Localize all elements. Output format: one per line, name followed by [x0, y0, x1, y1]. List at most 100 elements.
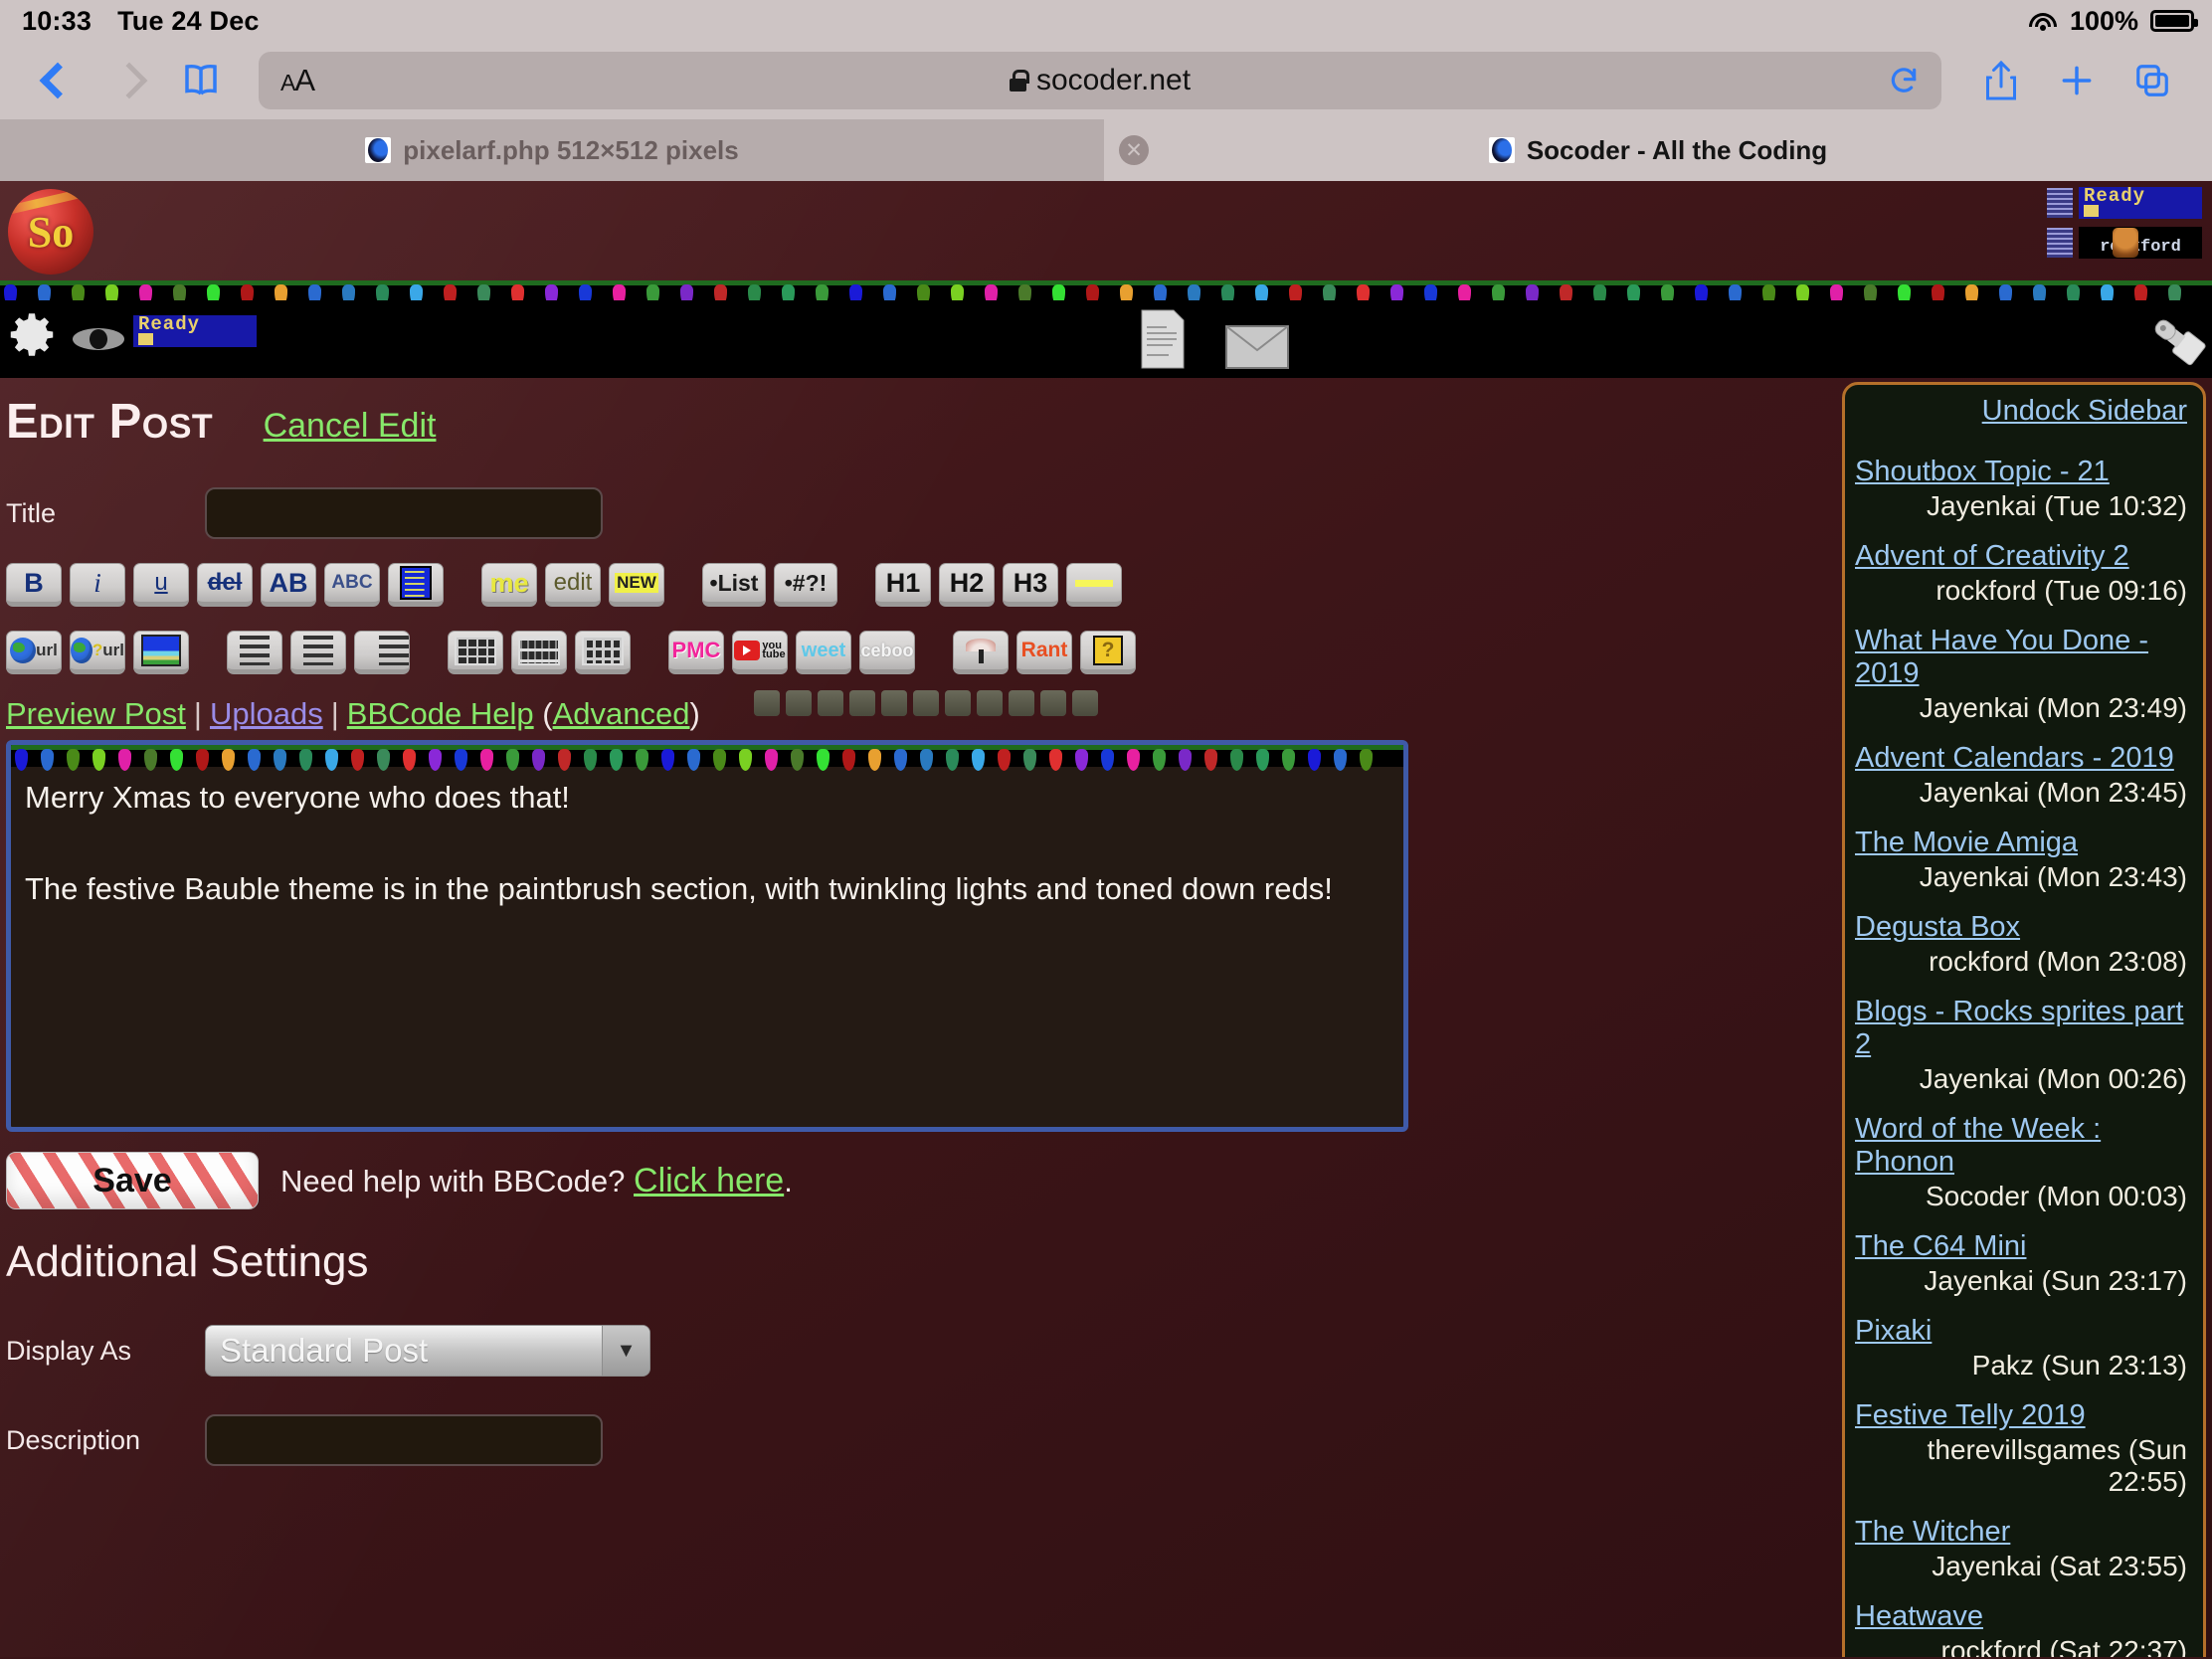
- table-button[interactable]: [448, 631, 503, 674]
- emoji-button[interactable]: [1040, 690, 1066, 716]
- sidebar-topic-link[interactable]: Word of the Week : Phonon: [1855, 1113, 2187, 1179]
- pmc-button[interactable]: PMC: [668, 631, 724, 674]
- tab-overview-button[interactable]: [2115, 51, 2190, 110]
- badge-ready[interactable]: Ready: [2047, 187, 2202, 219]
- wifi-icon: [2028, 10, 2058, 32]
- facebook-button[interactable]: acebook: [859, 631, 915, 674]
- undock-sidebar-link[interactable]: Undock Sidebar: [1982, 395, 2187, 427]
- tab-socoder[interactable]: Socoder - All the Coding: [1104, 119, 2212, 181]
- title-input[interactable]: [205, 487, 603, 539]
- sidebar-topic-link[interactable]: Blogs - Rocks sprites part 2: [1855, 996, 2187, 1061]
- named-url-button[interactable]: ? url: [70, 631, 125, 674]
- paintbrush-icon[interactable]: [2146, 310, 2208, 368]
- badge-rockford[interactable]: rockford: [2047, 227, 2202, 259]
- light-bulb: [558, 749, 571, 771]
- sidebar-topic-link[interactable]: Pixaki: [1855, 1315, 1932, 1348]
- help-button[interactable]: ?: [1080, 631, 1136, 674]
- align-center-button[interactable]: [290, 631, 346, 674]
- rant-button[interactable]: Rant: [1016, 631, 1072, 674]
- edit-button[interactable]: edit: [545, 563, 601, 607]
- christmas-lights-editor: [11, 745, 1403, 771]
- heading-1-button[interactable]: H1: [875, 563, 931, 607]
- envelope-icon[interactable]: [1225, 325, 1289, 369]
- url-button[interactable]: url: [6, 631, 62, 674]
- table-grid-button[interactable]: [575, 631, 631, 674]
- italic-button[interactable]: i: [70, 563, 125, 607]
- table-rows-button[interactable]: [511, 631, 567, 674]
- eye-icon[interactable]: [72, 326, 125, 352]
- sidebar-topic-list: Shoutbox Topic - 21 Jayenkai (Tue 10:32) A…: [1855, 456, 2187, 1657]
- sidebar-topic-item: The C64 Mini Jayenkai (Sun 23:17): [1855, 1230, 2187, 1297]
- click-here-link[interactable]: Click here: [634, 1162, 784, 1199]
- tweet-button[interactable]: weet: [796, 631, 851, 674]
- heading-3-button[interactable]: H3: [1003, 563, 1058, 607]
- emoji-button[interactable]: [786, 690, 812, 716]
- share-button[interactable]: [1963, 51, 2039, 110]
- sidebar-topic-link[interactable]: The C64 Mini: [1855, 1230, 2026, 1263]
- description-input[interactable]: [205, 1414, 603, 1466]
- emoji-button[interactable]: [1009, 690, 1034, 716]
- sidebar-topic-meta: Pakz (Sun 23:13): [1971, 1350, 2187, 1381]
- post-body-editor[interactable]: Merry Xmas to everyone who does that! Th…: [6, 740, 1408, 1132]
- close-tab-button[interactable]: ✕: [1119, 135, 1149, 165]
- bullet-list-button[interactable]: •List: [702, 563, 766, 607]
- bookmarks-button[interactable]: [165, 51, 237, 110]
- paren-open: (: [542, 696, 553, 731]
- image-button[interactable]: [133, 631, 189, 674]
- emoji-button[interactable]: [913, 690, 939, 716]
- sidebar-topic-link[interactable]: The Witcher: [1855, 1516, 2010, 1549]
- emoji-button[interactable]: [1072, 690, 1098, 716]
- chevron-down-icon[interactable]: ▼: [602, 1326, 649, 1376]
- emoji-button[interactable]: [849, 690, 875, 716]
- me-button[interactable]: me: [481, 563, 537, 607]
- address-bar[interactable]: AAAA socoder.net: [259, 52, 1941, 109]
- sidebar-topic-link[interactable]: Degusta Box: [1855, 911, 2020, 944]
- font-size-button[interactable]: AB: [261, 563, 316, 607]
- align-right-button[interactable]: [354, 631, 410, 674]
- new-button[interactable]: NEW: [609, 563, 664, 607]
- new-tab-button[interactable]: [2039, 51, 2115, 110]
- align-left-button[interactable]: [227, 631, 282, 674]
- heading-2-button[interactable]: H2: [939, 563, 995, 607]
- small-caps-button[interactable]: ABC: [324, 563, 380, 607]
- site-logo[interactable]: So: [8, 189, 93, 275]
- sidebar-topic-link[interactable]: Shoutbox Topic - 21: [1855, 456, 2110, 488]
- emoji-button[interactable]: [754, 690, 780, 716]
- advanced-link[interactable]: Advanced: [553, 696, 690, 731]
- back-button[interactable]: [22, 51, 93, 110]
- save-button[interactable]: Save: [6, 1152, 259, 1209]
- document-icon[interactable]: [1140, 308, 1186, 370]
- sidebar-topic-link[interactable]: Advent Calendars - 2019: [1855, 742, 2174, 775]
- sidebar-topic-link[interactable]: The Movie Amiga: [1855, 827, 2078, 859]
- gear-icon[interactable]: [6, 310, 58, 362]
- uploads-link[interactable]: Uploads: [210, 696, 323, 731]
- strikethrough-button[interactable]: del: [197, 563, 253, 607]
- bbcode-help-link[interactable]: BBCode Help: [347, 696, 534, 731]
- sidebar-topic-link[interactable]: What Have You Done - 2019: [1855, 625, 2187, 690]
- light-bulb: [403, 749, 416, 771]
- forward-button[interactable]: [93, 51, 165, 110]
- reload-button[interactable]: [1888, 65, 1920, 96]
- code-block-button[interactable]: [388, 563, 444, 607]
- sidebar-topic-link[interactable]: Heatwave: [1855, 1600, 1983, 1633]
- display-as-select[interactable]: Standard Post ▼: [205, 1325, 650, 1377]
- cancel-edit-link[interactable]: Cancel Edit: [264, 407, 437, 446]
- bold-button[interactable]: B: [6, 563, 62, 607]
- light-bulb: [480, 749, 493, 771]
- emoji-button[interactable]: [945, 690, 971, 716]
- sidebar-topic-link[interactable]: Festive Telly 2019: [1855, 1399, 2086, 1432]
- preview-post-link[interactable]: Preview Post: [6, 696, 186, 731]
- emoji-button[interactable]: [818, 690, 843, 716]
- navbar-ready-badge[interactable]: Ready: [133, 315, 257, 347]
- tab-pixelarf[interactable]: pixelarf.php 512×512 pixels: [0, 119, 1104, 181]
- underline-button[interactable]: u: [133, 563, 189, 607]
- text-size-button[interactable]: AAAA: [280, 63, 315, 98]
- horizontal-rule-button[interactable]: [1066, 563, 1122, 607]
- emoji-picker-strip[interactable]: [754, 690, 1098, 716]
- emoji-button[interactable]: [881, 690, 907, 716]
- sidebar-topic-link[interactable]: Advent of Creativity 2: [1855, 540, 2129, 573]
- numbered-list-button[interactable]: •#?!: [774, 563, 837, 607]
- emoji-button[interactable]: [977, 690, 1003, 716]
- parachute-button[interactable]: [953, 631, 1009, 674]
- youtube-button[interactable]: you tube: [732, 631, 788, 674]
